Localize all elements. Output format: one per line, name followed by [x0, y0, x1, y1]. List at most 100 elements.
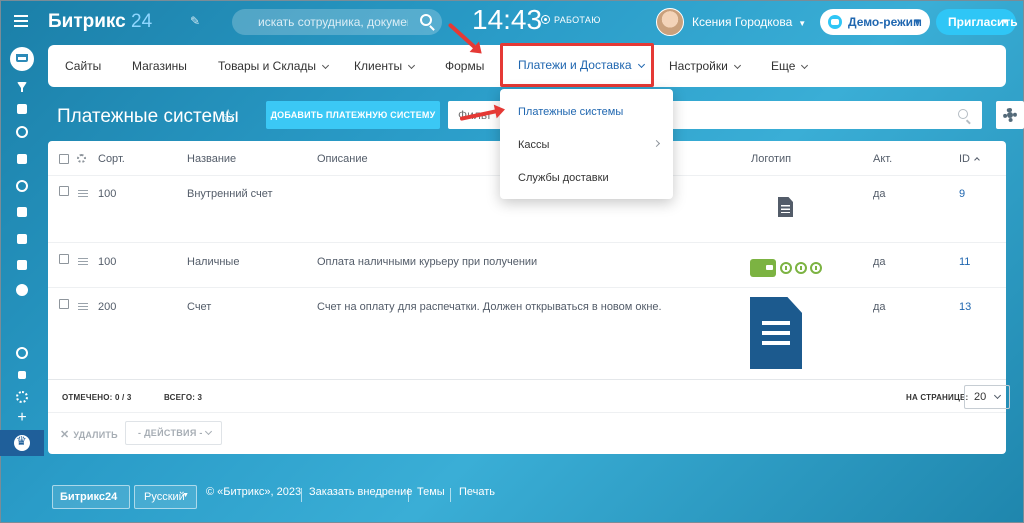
cell-sort: 200 [98, 301, 117, 313]
search-icon[interactable] [420, 14, 432, 26]
column-header-active[interactable]: Акт. [873, 153, 892, 165]
select-all-checkbox[interactable] [59, 154, 69, 164]
total-count: ВСЕГО: 3 [164, 393, 203, 402]
sidebar-item-flow[interactable] [13, 177, 31, 195]
sidebar-item-more[interactable] [13, 281, 31, 299]
sidebar-item-add[interactable]: + [13, 409, 31, 427]
selected-count: ОТМЕЧЕНО: 0 / 3 [62, 393, 132, 402]
delete-label: УДАЛИТЬ [73, 430, 118, 440]
star-icon[interactable]: ☆ [220, 106, 236, 127]
sidebar-item-tasks[interactable] [13, 150, 31, 168]
sidebar-item-tariff[interactable] [0, 430, 44, 456]
row-checkbox[interactable] [59, 299, 69, 309]
chevron-down-icon [801, 61, 809, 70]
structure-icon [18, 371, 26, 379]
order-implementation-link[interactable]: Заказать внедрение [309, 486, 412, 498]
drag-handle-icon[interactable] [78, 258, 88, 265]
invite-button[interactable]: Пригласить ▼ [936, 9, 1018, 35]
cart-icon [16, 54, 28, 62]
column-header-description[interactable]: Описание [317, 153, 368, 165]
coin-icon [810, 262, 822, 274]
row-checkbox[interactable] [59, 254, 69, 264]
demo-icon [828, 15, 842, 29]
drag-handle-icon[interactable] [78, 303, 88, 310]
tab-forms[interactable]: Формы [445, 59, 484, 73]
caret-down-icon: ▼ [182, 492, 189, 499]
sidebar-item-settings[interactable] [13, 388, 31, 406]
sidebar-item-filter[interactable] [13, 78, 31, 96]
row-divider [48, 242, 1006, 243]
target-icon [16, 126, 28, 138]
sidebar-item-box[interactable] [13, 256, 31, 274]
cell-id-link[interactable]: 11 [959, 256, 970, 268]
per-page-select[interactable]: 20 [964, 385, 1010, 409]
sidebar-item-robot[interactable] [13, 230, 31, 248]
actions-select[interactable]: - ДЕЙСТВИЯ - [125, 421, 222, 445]
user-menu[interactable]: Ксения Городкова ▼ [692, 15, 806, 29]
work-status[interactable]: РАБОТАЮ [541, 15, 601, 25]
sidebar-item-help[interactable] [13, 344, 31, 362]
menu-item-delivery-services[interactable]: Службы доставки [518, 172, 609, 184]
tab-clients[interactable]: Клиенты [354, 59, 416, 73]
global-search[interactable] [232, 9, 442, 35]
drag-handle-icon[interactable] [78, 190, 88, 197]
grid-settings-button[interactable] [996, 101, 1024, 129]
search-input[interactable] [258, 13, 408, 31]
checkbox-icon [17, 154, 27, 164]
cell-id-link[interactable]: 9 [959, 188, 965, 200]
delete-button[interactable]: ✕ УДАЛИТЬ [60, 428, 118, 441]
row-checkbox[interactable] [59, 186, 69, 196]
caret-down-icon: ▼ [798, 19, 807, 28]
tab-products[interactable]: Товары и Склады [218, 59, 330, 73]
cell-active: да [873, 188, 886, 200]
menu-item-cash-registers[interactable]: Кассы [518, 139, 549, 151]
gear-icon[interactable] [77, 154, 86, 163]
sidebar-item-shop[interactable] [10, 47, 34, 71]
sidebar-item-structure[interactable] [13, 366, 31, 384]
themes-link[interactable]: Темы [417, 486, 445, 498]
column-header-logo[interactable]: Логотип [751, 153, 791, 165]
app-logo[interactable]: Битрикс 24 [48, 11, 152, 33]
demo-mode-button[interactable]: Демо-режим ▼ [820, 9, 930, 35]
pencil-icon[interactable]: ✎ [190, 14, 200, 28]
tab-more[interactable]: Еще [771, 59, 809, 73]
crown-icon [14, 434, 30, 451]
tab-sites[interactable]: Сайты [65, 59, 101, 73]
coin-icon [780, 262, 792, 274]
menu-icon[interactable] [14, 15, 28, 27]
clock: 14:43 [472, 4, 543, 35]
plus-icon: + [17, 409, 27, 426]
footer-logo[interactable]: Битрикс24 [52, 485, 130, 509]
sidebar-item-target[interactable] [13, 123, 31, 141]
chevron-down-icon [321, 61, 330, 70]
cell-id-link[interactable]: 13 [959, 301, 971, 313]
cell-active: да [873, 256, 886, 268]
sidebar-item-bank[interactable] [13, 100, 31, 118]
row-divider [48, 287, 1006, 288]
help-icon [16, 347, 28, 359]
search-icon[interactable] [958, 109, 968, 119]
chevron-down-icon [16, 284, 28, 296]
per-page-label: НА СТРАНИЦЕ: [906, 393, 969, 402]
column-header-id[interactable]: ID [959, 153, 980, 165]
column-header-sort[interactable]: Сорт. [98, 153, 125, 165]
payments-dropdown-menu: Платежные системы Кассы Службы доставки [500, 89, 673, 199]
column-header-name[interactable]: Название [187, 153, 236, 165]
print-link[interactable]: Печать [459, 486, 495, 498]
cell-sort: 100 [98, 256, 117, 268]
menu-item-payment-systems[interactable]: Платежные системы [518, 106, 623, 118]
invoice-icon [750, 297, 802, 369]
avatar[interactable] [656, 8, 684, 36]
tab-shops[interactable]: Магазины [132, 59, 187, 73]
language-select[interactable]: Русский ▼ [134, 485, 197, 509]
filter-icon [17, 82, 27, 92]
tab-settings[interactable]: Настройки [669, 59, 741, 73]
cell-name: Внутренний счет [187, 188, 273, 200]
sidebar-item-contacts[interactable] [13, 203, 31, 221]
add-payment-system-button[interactable]: ДОБАВИТЬ ПЛАТЕЖНУЮ СИСТЕМУ [266, 101, 440, 129]
tab-payments-delivery[interactable]: Платежи и Доставка [500, 43, 654, 87]
column-id-label: ID [959, 153, 970, 165]
page-title: Платежные системы [57, 106, 239, 127]
chevron-down-icon [993, 391, 1002, 400]
tab-label: Товары и Склады [218, 59, 317, 73]
